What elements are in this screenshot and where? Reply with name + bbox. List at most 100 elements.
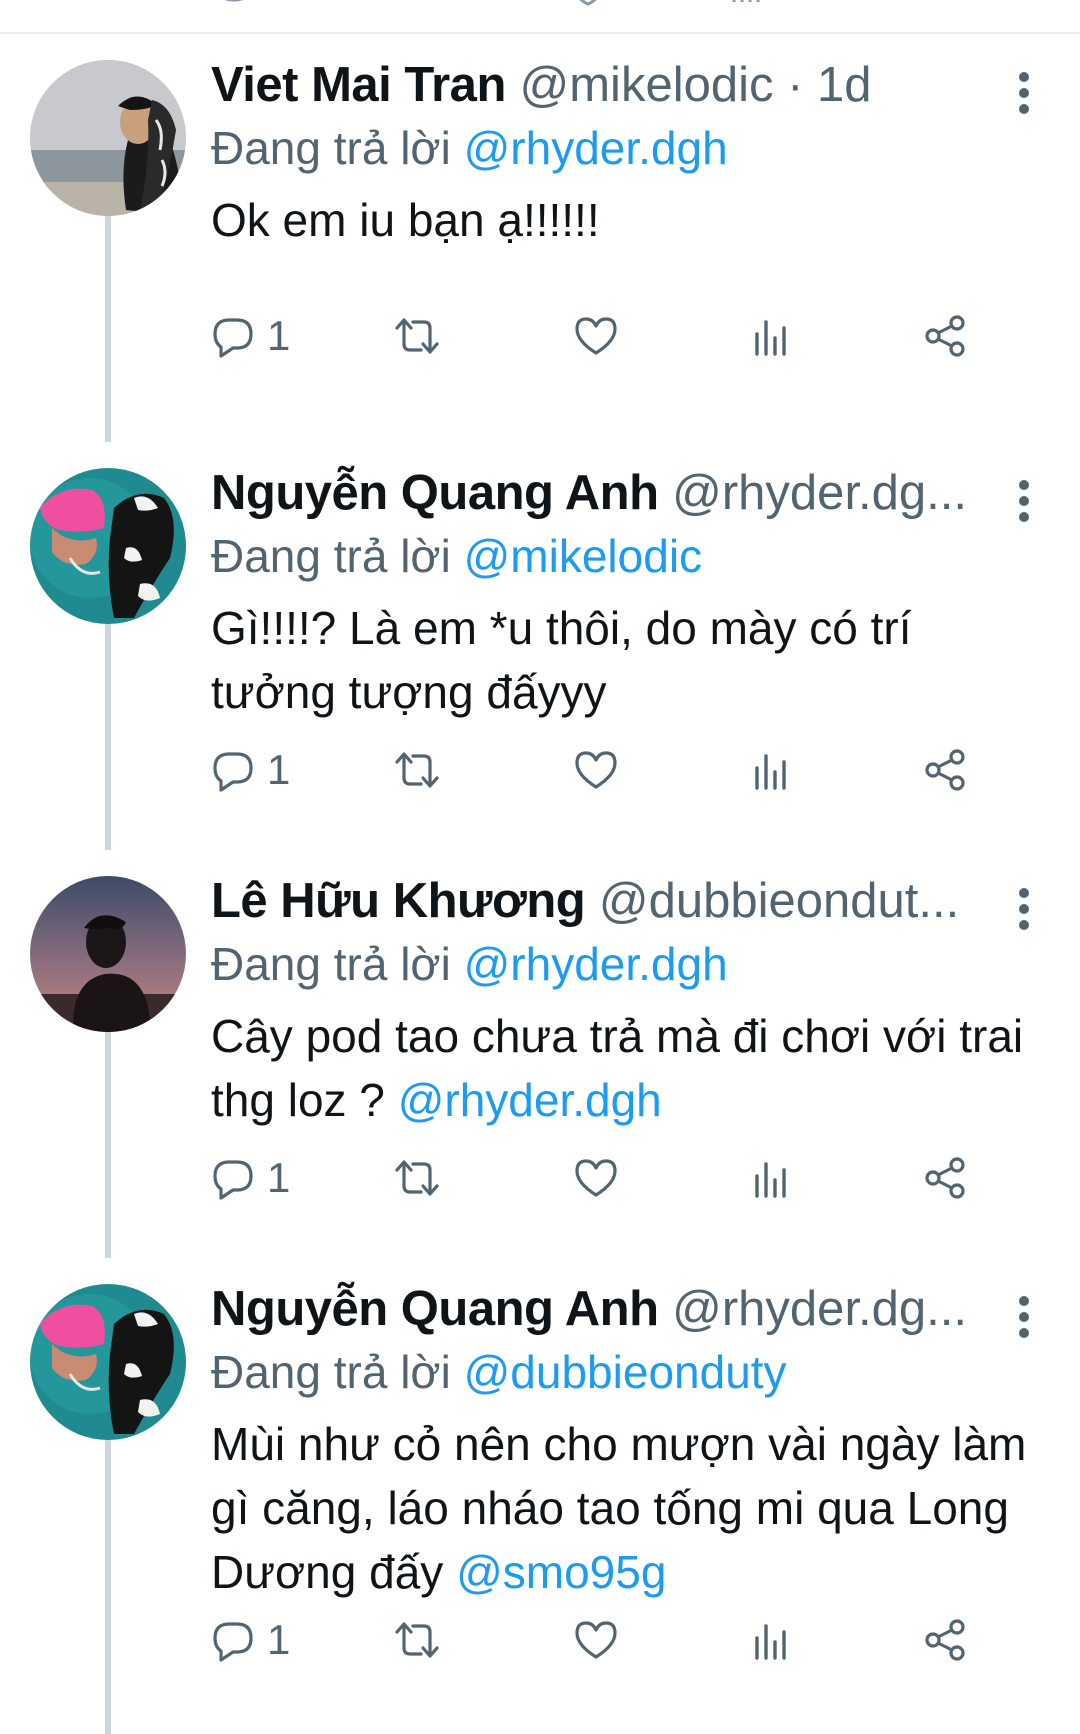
display-name[interactable]: Nguyễn Quang Anh	[211, 1282, 659, 1336]
retweet-icon	[395, 1160, 439, 1196]
replying-to-label: Đang trả lời	[211, 1346, 464, 1398]
action-bar: 1	[211, 1150, 1031, 1206]
like-icon	[575, 751, 617, 789]
like-button[interactable]	[573, 1612, 619, 1668]
like-button[interactable]	[573, 1150, 619, 1206]
retweet-icon	[395, 752, 439, 788]
user-handle[interactable]: @rhyder.dg...	[672, 1282, 967, 1336]
analytics-button[interactable]	[751, 742, 791, 798]
avatar[interactable]	[30, 1284, 186, 1440]
reply-thread: Viet Mai Tran @mikelodic · 1d Đang trả l…	[0, 34, 1080, 1734]
replying-to: Đang trả lời @rhyder.dgh	[211, 934, 728, 994]
tweet[interactable]: Nguyễn Quang Anh @rhyder.dg... Đang trả …	[0, 1258, 1080, 1734]
analytics-button[interactable]	[751, 1150, 791, 1206]
avatar[interactable]	[30, 876, 186, 1032]
analytics-button[interactable]	[751, 308, 791, 364]
tweet-text: Cây pod tao chưa trả mà đi chơi với trai…	[211, 1004, 1041, 1132]
tweet-header: Nguyễn Quang Anh @rhyder.dg...	[211, 462, 1020, 524]
tweet-header: Lê Hữu Khương @dubbieondut...	[211, 870, 1020, 932]
user-handle[interactable]: @mikelodic	[520, 58, 774, 112]
analytics-icon	[732, 0, 760, 2]
retweet-icon	[395, 1622, 439, 1658]
display-name[interactable]: Nguyễn Quang Anh	[211, 466, 659, 520]
like-button[interactable]	[573, 742, 619, 798]
avatar-pink-hair	[30, 468, 186, 624]
reply-button[interactable]: 1	[211, 1150, 290, 1206]
reply-count: 1	[267, 1616, 291, 1663]
tweet-text: Ok em iu bạn ạ!!!!!!	[211, 188, 1041, 252]
share-button[interactable]	[923, 308, 967, 364]
reply-button[interactable]: 1	[211, 742, 290, 798]
user-handle[interactable]: @dubbieondut...	[599, 874, 959, 928]
share-button[interactable]	[923, 1150, 967, 1206]
tweet-mention[interactable]: @smo95g	[456, 1546, 666, 1598]
replying-to-mention[interactable]: @rhyder.dgh	[464, 122, 728, 174]
reply-icon	[225, 0, 243, 2]
more-icon[interactable]	[1012, 888, 1036, 938]
analytics-icon	[755, 754, 786, 790]
analytics-button[interactable]	[751, 1612, 791, 1668]
retweet-icon	[392, 0, 432, 6]
like-button[interactable]	[573, 308, 619, 364]
tweet-header: Viet Mai Tran @mikelodic · 1d	[211, 54, 1020, 116]
retweet-button[interactable]	[393, 1612, 441, 1668]
tweet-text: Mùi như cỏ nên cho mượn vài ngày làm gì …	[211, 1412, 1041, 1604]
avatar-pink-hair	[30, 1284, 186, 1440]
reply-count: 1	[267, 312, 291, 359]
previous-tweet-actions-strip	[0, 0, 1080, 34]
action-bar: 1	[211, 1612, 1031, 1668]
tweet-text: Gì!!!!? Là em *u thôi, do mày có trí tưở…	[211, 596, 1041, 724]
retweet-button[interactable]	[393, 742, 441, 798]
reply-icon	[213, 1160, 253, 1200]
retweet-icon	[395, 318, 439, 354]
thread-connector	[105, 1026, 111, 1258]
replying-to: Đang trả lời @mikelodic	[211, 526, 702, 586]
share-icon	[925, 749, 965, 791]
more-icon[interactable]	[1012, 72, 1036, 122]
reply-button[interactable]: 1	[211, 1612, 290, 1668]
tweet-body: Gì!!!!? Là em *u thôi, do mày có trí tưở…	[211, 602, 912, 718]
share-button[interactable]	[923, 1612, 967, 1668]
replying-to: Đang trả lời @rhyder.dgh	[211, 118, 728, 178]
display-name[interactable]: Viet Mai Tran	[211, 58, 506, 112]
avatar[interactable]	[30, 60, 186, 216]
display-name[interactable]: Lê Hữu Khương	[211, 874, 586, 928]
retweet-button[interactable]	[393, 308, 441, 364]
more-icon[interactable]	[1012, 480, 1036, 530]
replying-to-label: Đang trả lời	[211, 530, 464, 582]
replying-to: Đang trả lời @dubbieonduty	[211, 1342, 787, 1402]
reply-icon	[213, 1622, 253, 1662]
avatar-sunset-silhouette	[30, 876, 186, 1032]
tweet-header: Nguyễn Quang Anh @rhyder.dg...	[211, 1278, 1020, 1340]
like-icon	[575, 1621, 617, 1659]
tweet[interactable]: Lê Hữu Khương @dubbieondut... Đang trả l…	[0, 850, 1080, 1258]
action-bar: 1	[211, 742, 1031, 798]
more-icon[interactable]	[1012, 1296, 1036, 1346]
avatar[interactable]	[30, 468, 186, 624]
like-icon	[575, 1159, 617, 1197]
replying-to-label: Đang trả lời	[211, 938, 464, 990]
user-handle[interactable]: @rhyder.dg...	[672, 466, 967, 520]
replying-to-mention[interactable]: @rhyder.dgh	[464, 938, 728, 990]
like-icon	[579, 0, 597, 6]
replying-to-mention[interactable]: @dubbieonduty	[464, 1346, 787, 1398]
share-icon	[925, 1157, 965, 1199]
timestamp: · 1d	[773, 58, 872, 112]
share-icon	[925, 315, 965, 357]
reply-button[interactable]: 1	[211, 308, 290, 364]
replying-to-mention[interactable]: @mikelodic	[464, 530, 702, 582]
reply-icon	[213, 752, 253, 792]
analytics-icon	[755, 1162, 786, 1198]
avatar-sea-portrait	[30, 60, 186, 216]
tweet[interactable]: Viet Mai Tran @mikelodic · 1d Đang trả l…	[0, 34, 1080, 442]
replying-to-label: Đang trả lời	[211, 122, 464, 174]
reply-count: 1	[267, 746, 291, 793]
tweet-body: Ok em iu bạn ạ!!!!!!	[211, 194, 600, 246]
like-icon	[575, 317, 617, 355]
tweet-mention[interactable]: @rhyder.dgh	[398, 1074, 662, 1126]
share-button[interactable]	[923, 742, 967, 798]
action-bar: 1	[211, 308, 1031, 364]
retweet-button[interactable]	[393, 1150, 441, 1206]
tweet[interactable]: Nguyễn Quang Anh @rhyder.dg... Đang trả …	[0, 442, 1080, 850]
thread-connector	[105, 210, 111, 442]
